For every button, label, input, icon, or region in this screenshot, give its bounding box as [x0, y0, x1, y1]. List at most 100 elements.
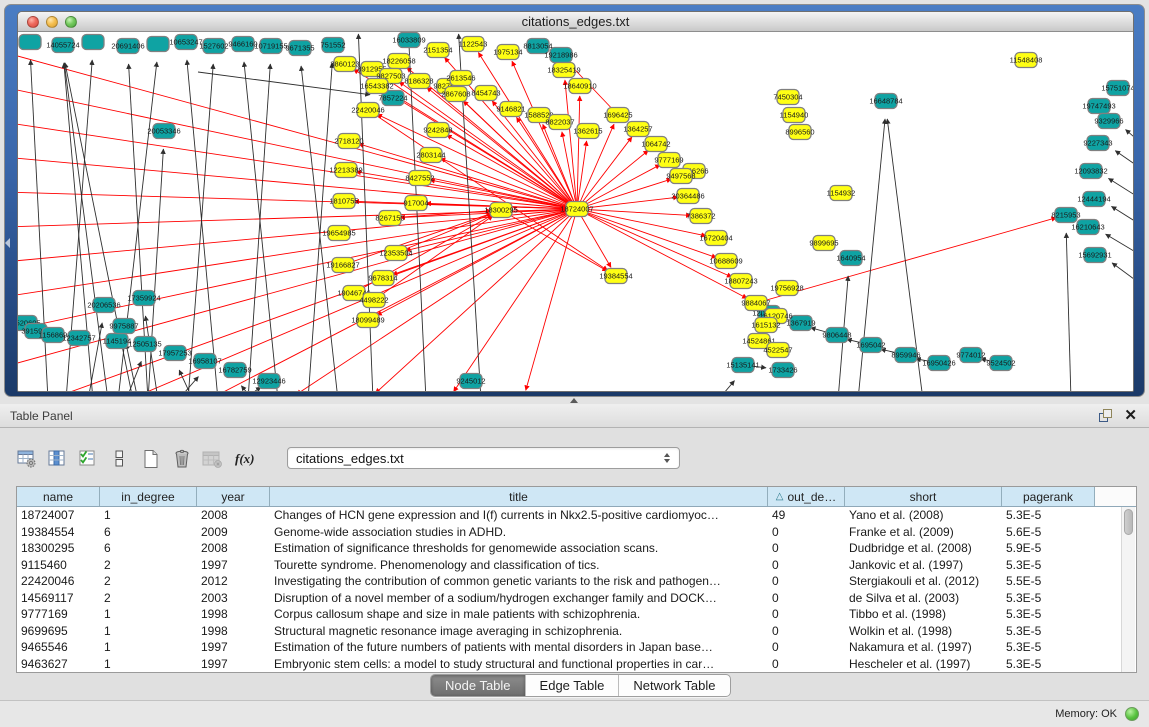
network-edge[interactable] — [198, 72, 370, 95]
network-node[interactable]: 14055724 — [46, 38, 79, 53]
network-node[interactable] — [147, 37, 169, 52]
network-node[interactable]: 8996560 — [785, 125, 814, 140]
create-column-icon[interactable] — [140, 449, 162, 469]
network-node[interactable]: 20206536 — [87, 298, 120, 313]
network-node[interactable]: 917004 — [403, 196, 428, 211]
row-panel-icon[interactable] — [109, 449, 131, 469]
network-node[interactable]: 1154932 — [827, 186, 856, 201]
network-node[interactable]: 19384554 — [599, 269, 632, 284]
network-node[interactable]: 9806448 — [822, 328, 851, 343]
network-node[interactable]: 1362615 — [573, 124, 602, 139]
tab-network-table[interactable]: Network Table — [619, 675, 729, 696]
network-canvas[interactable]: 1405572420691406106532471527602946616010… — [18, 32, 1133, 392]
network-node[interactable]: 9975887 — [109, 319, 138, 334]
select-rows-icon[interactable] — [78, 449, 100, 469]
network-node[interactable]: 15135141 — [726, 358, 759, 373]
network-graph[interactable]: 1405572420691406106532471527602946616010… — [18, 32, 1133, 392]
network-edge[interactable] — [1115, 151, 1133, 174]
network-node[interactable]: 12093832 — [1074, 164, 1107, 179]
network-edge[interactable] — [1126, 130, 1133, 150]
delete-table-icon[interactable] — [202, 449, 224, 469]
network-edge[interactable] — [1112, 263, 1133, 290]
delete-column-icon[interactable] — [171, 449, 193, 469]
network-node[interactable]: 1064742 — [641, 137, 670, 152]
network-window[interactable]: citations_edges.txt 14055724206914061065… — [17, 11, 1134, 392]
network-node[interactable]: 12213389 — [329, 163, 362, 178]
network-node[interactable]: 12353504 — [379, 246, 412, 261]
network-node[interactable]: 12444194 — [1077, 192, 1110, 207]
network-node[interactable]: 4498222 — [359, 293, 388, 308]
network-node[interactable]: 2867608 — [441, 87, 470, 102]
column-header-title[interactable]: title — [270, 487, 768, 506]
network-edge[interactable] — [248, 64, 270, 392]
network-node[interactable]: 18640910 — [563, 79, 596, 94]
network-node[interactable]: 18226058 — [382, 54, 415, 69]
network-node[interactable]: 10653247 — [169, 35, 202, 50]
split-divider[interactable] — [0, 397, 1149, 404]
scrollbar-thumb[interactable] — [1124, 509, 1133, 535]
network-node[interactable]: 9671355 — [285, 41, 314, 56]
network-node[interactable]: 20364486 — [671, 189, 704, 204]
network-edge[interactable] — [18, 55, 577, 209]
network-node[interactable]: 8215953 — [1051, 208, 1080, 223]
column-header-in_degree[interactable]: in_degree — [100, 487, 197, 506]
network-node[interactable]: 8427552 — [405, 171, 434, 186]
network-node[interactable]: 19747493 — [1082, 99, 1115, 114]
column-header-year[interactable]: year — [197, 487, 270, 506]
network-node[interactable]: 1615132 — [751, 318, 780, 333]
network-node[interactable]: 15751074 — [1101, 81, 1133, 96]
column-header-out_de[interactable]: △out_de… — [768, 487, 845, 506]
network-node[interactable]: 15692931 — [1078, 248, 1111, 263]
network-node[interactable]: 12923446 — [252, 374, 285, 389]
network-node[interactable]: 9329966 — [1094, 114, 1123, 129]
table-row[interactable]: 946554611997Estimation of the future num… — [17, 639, 1136, 656]
network-node[interactable]: 8959946 — [891, 348, 920, 363]
network-node[interactable] — [19, 35, 41, 50]
network-node[interactable]: 1696425 — [603, 108, 632, 123]
network-node[interactable]: 2613546 — [446, 71, 475, 86]
network-node[interactable]: 1695042 — [856, 338, 885, 353]
network-node[interactable]: 16720404 — [699, 231, 732, 246]
network-node[interactable]: 1975134 — [493, 45, 522, 60]
network-node[interactable]: 19654985 — [322, 226, 355, 241]
network-node[interactable]: 1810755 — [329, 194, 358, 209]
column-header-short[interactable]: short — [845, 487, 1002, 506]
float-panel-icon[interactable] — [1099, 409, 1112, 422]
network-node[interactable]: 7450304 — [773, 90, 802, 105]
network-node[interactable]: 16950426 — [922, 356, 955, 371]
network-edge[interactable] — [244, 62, 278, 392]
network-node[interactable]: 18099489 — [351, 313, 384, 328]
network-node[interactable]: 9524502 — [986, 356, 1015, 371]
table-row[interactable]: 969969511998Structural magnetic resonanc… — [17, 623, 1136, 640]
network-node[interactable]: 16782759 — [218, 363, 251, 378]
network-edge[interactable] — [577, 150, 648, 209]
network-node[interactable]: 8822037 — [545, 115, 574, 130]
table-row[interactable]: 1872400712008Changes of HCN gene express… — [17, 507, 1136, 524]
network-node[interactable]: 20053346 — [147, 124, 180, 139]
network-edge[interactable] — [454, 209, 577, 392]
network-node[interactable]: 12505135 — [128, 337, 161, 352]
network-node[interactable]: 16648784 — [869, 94, 902, 109]
network-node[interactable]: 2151354 — [423, 43, 452, 58]
network-node[interactable]: 1527602 — [199, 39, 228, 54]
network-node[interactable]: 9884067 — [741, 296, 770, 311]
network-edge[interactable] — [241, 386, 253, 392]
network-node[interactable] — [82, 35, 104, 50]
network-node[interactable]: 1364257 — [623, 122, 652, 137]
network-node[interactable]: 9466160 — [228, 37, 257, 52]
memory-status-icon[interactable] — [1125, 707, 1139, 721]
network-node[interactable]: 4522547 — [763, 343, 792, 358]
vertical-scrollbar[interactable] — [1121, 507, 1135, 672]
column-header-pagerank[interactable]: pagerank — [1002, 487, 1095, 506]
collapse-panel-arrow-icon[interactable] — [5, 238, 10, 248]
network-edge[interactable] — [243, 387, 261, 392]
network-edge[interactable] — [1066, 233, 1071, 392]
table-row[interactable]: 1456911722003Disruption of a novel membe… — [17, 590, 1136, 607]
network-node[interactable]: 9774012 — [956, 348, 985, 363]
network-node[interactable]: 8267150 — [375, 211, 404, 226]
tab-node-table[interactable]: Node Table — [431, 675, 526, 696]
network-node[interactable]: 19756928 — [770, 281, 803, 296]
table-settings-icon[interactable] — [16, 449, 38, 469]
close-panel-icon[interactable]: ✕ — [1124, 409, 1137, 422]
table-row[interactable]: 911546021997Tourette syndrome. Phenomeno… — [17, 557, 1136, 574]
